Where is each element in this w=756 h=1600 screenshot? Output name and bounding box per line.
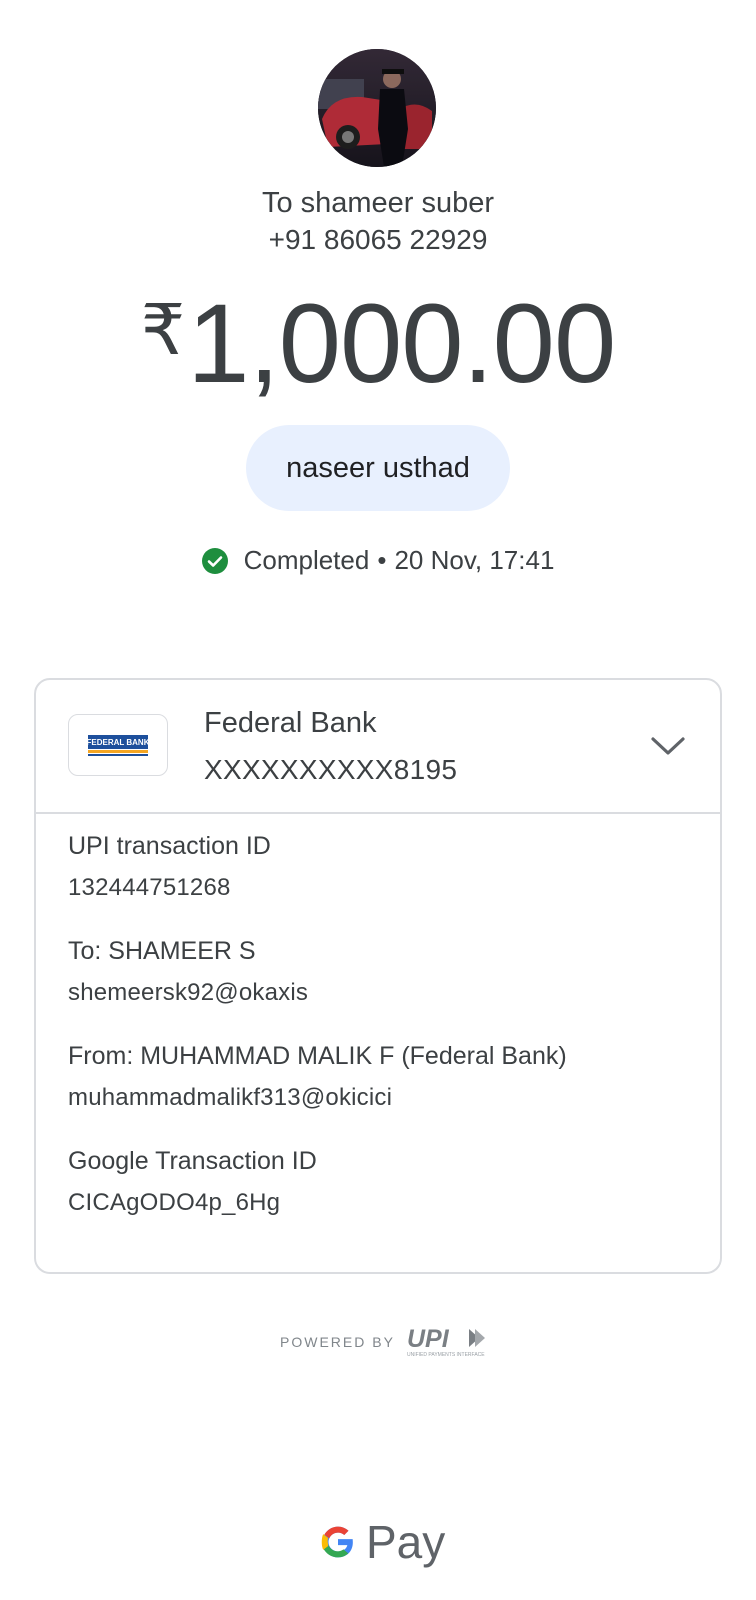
transaction-datetime: 20 Nov, 17:41 [394, 545, 555, 575]
from-account-value: muhammadmalikf313@okicici [68, 1084, 393, 1111]
recipient-phone: +91 86065 22929 [268, 224, 488, 255]
federal-bank-logo: FEDERAL BANK [68, 714, 168, 776]
amount-value: 1,000.00 [187, 281, 616, 406]
upi-transaction-id-label: UPI transaction ID [68, 832, 271, 860]
from-account-label: From: MUHAMMAD MALIK F (Federal Bank) [68, 1042, 567, 1070]
google-pay-brand: Pay [366, 1516, 446, 1568]
transaction-details-card: FEDERAL BANK Federal Bank XXXXXXXXXX8195… [34, 678, 722, 1274]
bank-account-row[interactable]: FEDERAL BANK Federal Bank XXXXXXXXXX8195 [36, 680, 720, 814]
google-pay-logo: Pay [318, 1515, 445, 1569]
recipient-avatar [318, 49, 436, 167]
to-account-label: To: SHAMEER S [68, 937, 256, 965]
status-row: Completed • 20 Nov, 17:41 [0, 545, 756, 576]
google-g-logo [321, 1526, 355, 1558]
bank-account-number: XXXXXXXXXX8195 [204, 754, 458, 785]
status-text: Completed [243, 545, 370, 575]
payment-amount: ₹1,000.00 [0, 282, 756, 406]
check-circle-icon [201, 547, 228, 574]
status-separator: • [377, 545, 387, 575]
currency-symbol: ₹ [140, 291, 186, 369]
powered-by-text: POWERED BY [280, 1334, 395, 1350]
google-transaction-id-label: Google Transaction ID [68, 1147, 317, 1175]
upi-subtitle-text: UNIFIED PAYMENTS INTERFACE [407, 1352, 485, 1358]
bank-name: Federal Bank [204, 707, 377, 739]
google-transaction-id-value: CICAgODO4p_6Hg [68, 1189, 281, 1216]
bank-logo-text: FEDERAL BANK [88, 738, 148, 747]
powered-by-upi: POWERED BY UPI UNIFIED PAYMENTS INTERFAC… [280, 1325, 487, 1359]
upi-logo-text: UPI [407, 1325, 450, 1353]
payment-note: naseer usthad [246, 425, 510, 511]
upi-logo: UPI UNIFIED PAYMENTS INTERFACE [407, 1325, 485, 1358]
upi-transaction-id-value: 132444751268 [68, 874, 231, 901]
recipient-name: To shameer suber [261, 187, 495, 219]
to-account-value: shemeersk92@okaxis [68, 979, 309, 1006]
chevron-down-icon[interactable] [650, 732, 686, 760]
